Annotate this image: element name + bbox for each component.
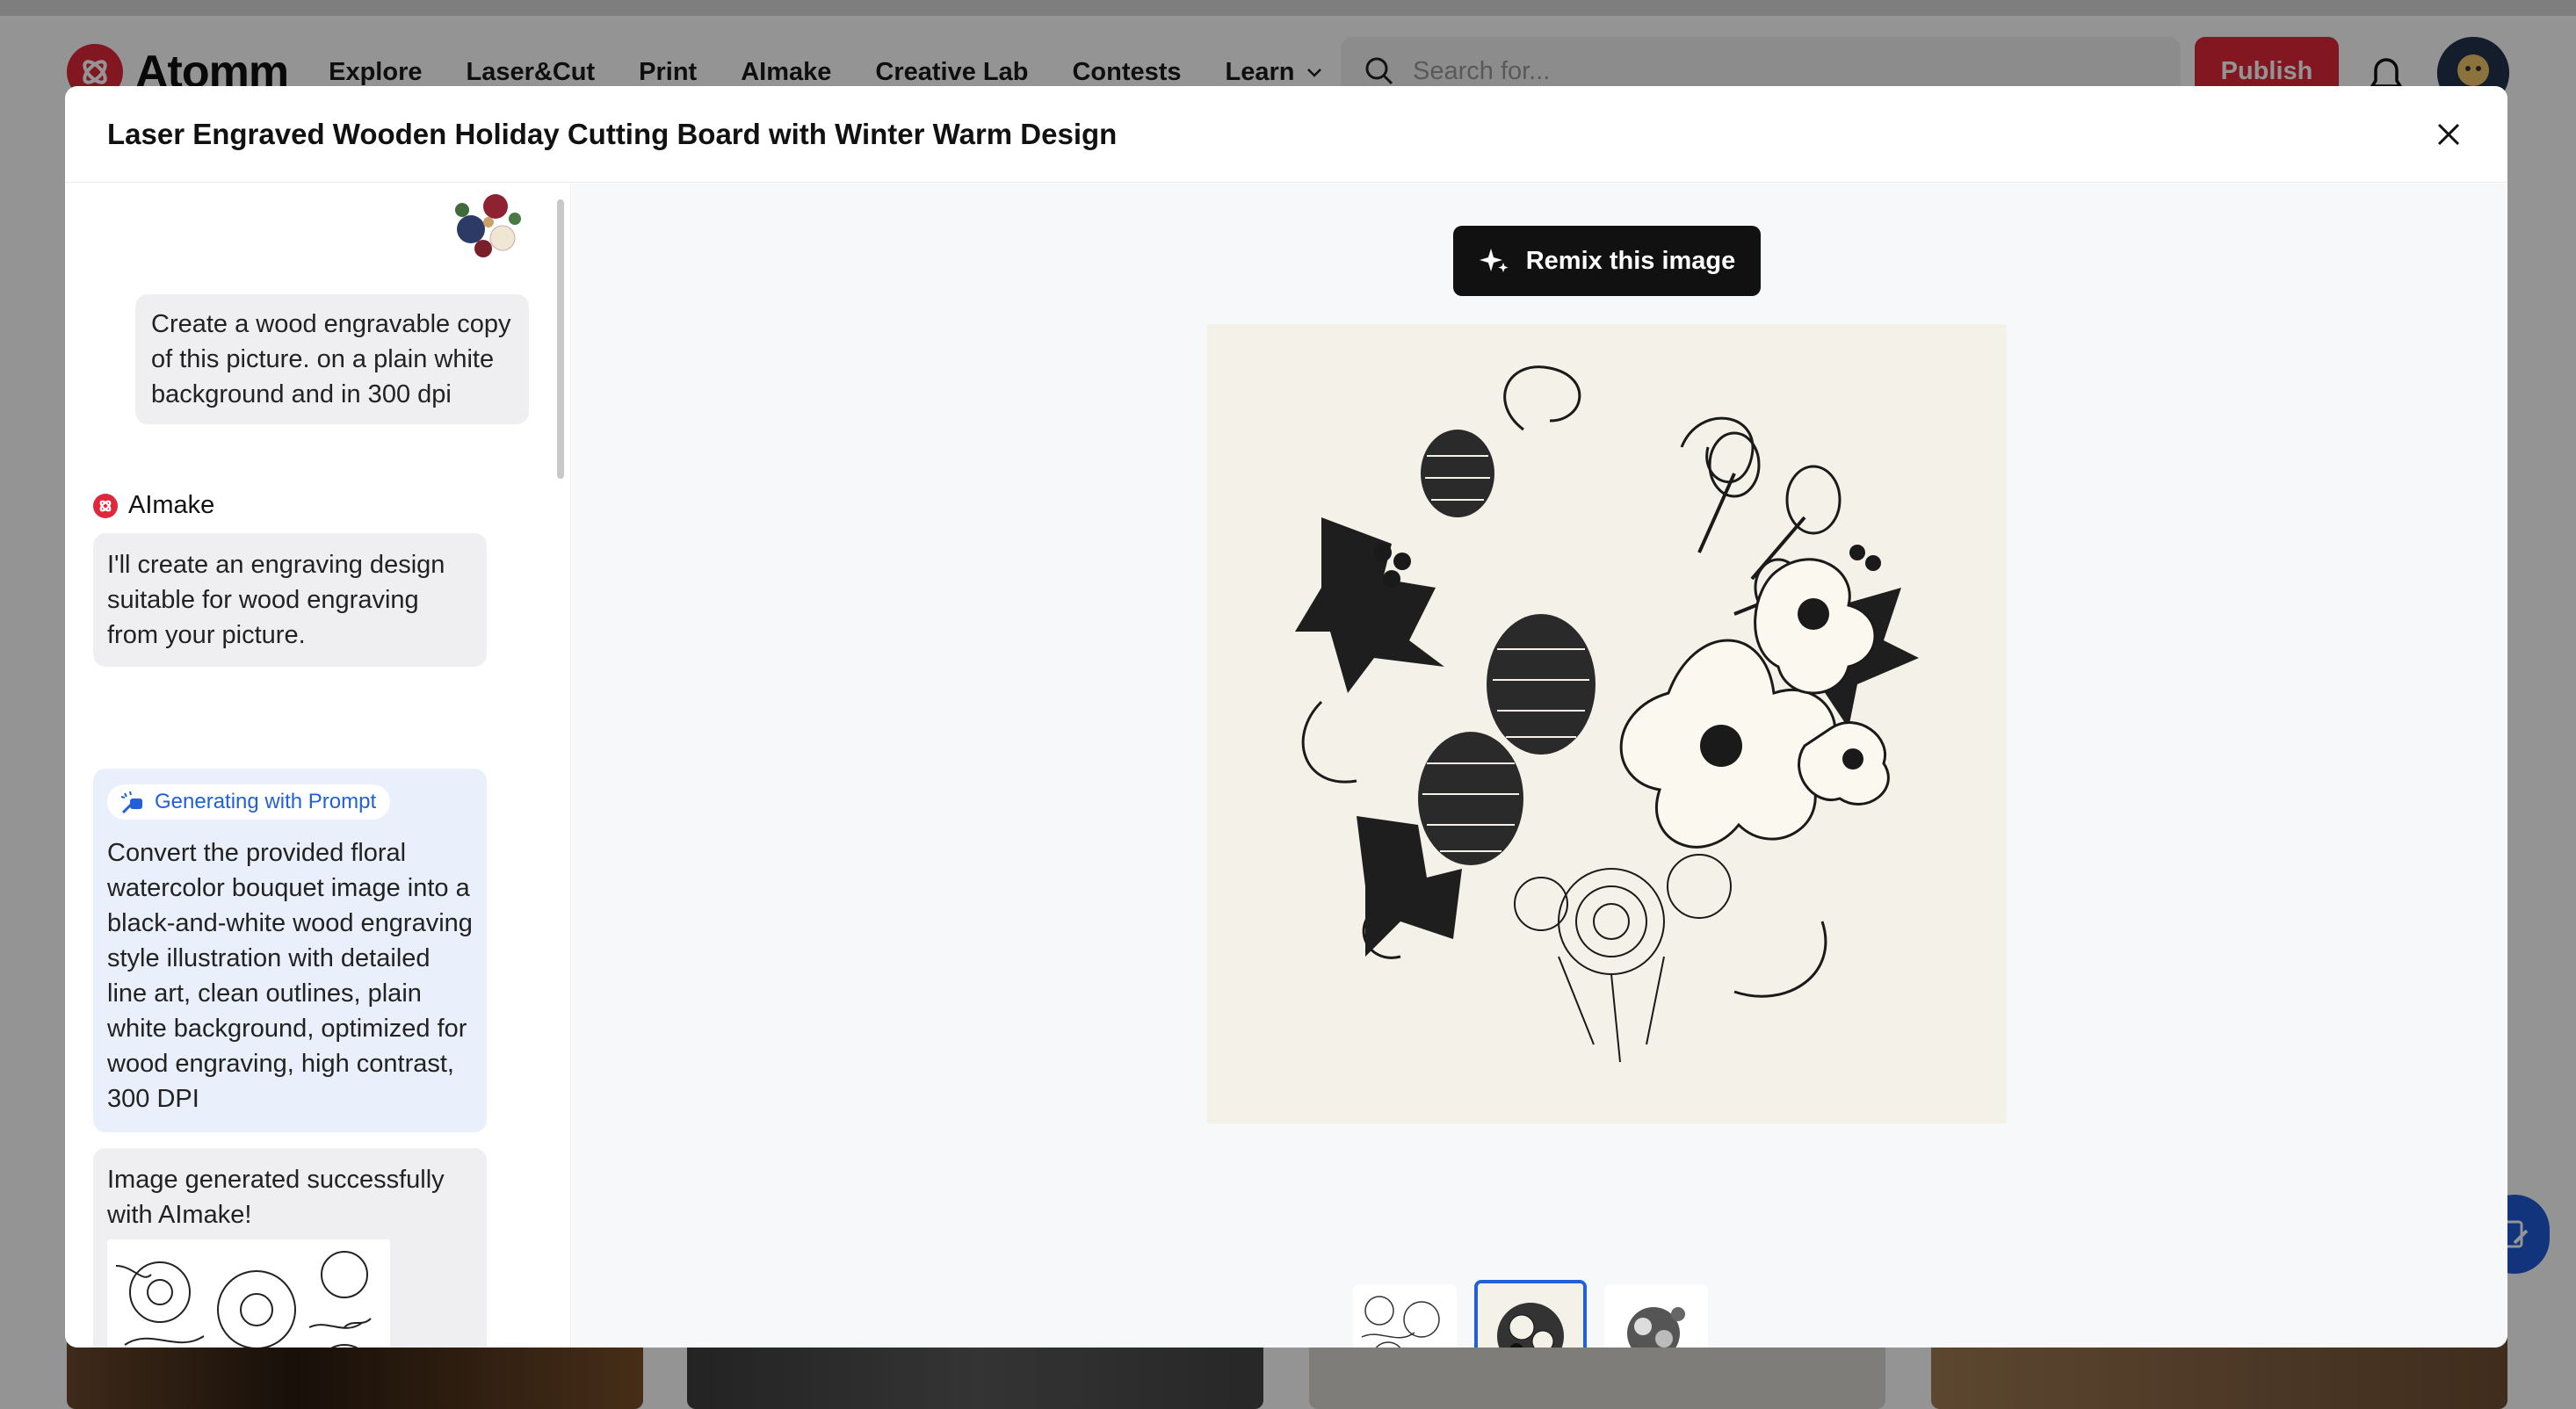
bot-reply: I'll create an engraving design suitable… [93, 533, 487, 667]
prompt-card: Generating with Prompt Convert the provi… [93, 769, 487, 1132]
modal-header: Laser Engraved Wooden Holiday Cutting Bo… [65, 86, 2507, 183]
close-icon [2437, 123, 2460, 146]
modal-title: Laser Engraved Wooden Holiday Cutting Bo… [107, 117, 1118, 150]
magic-wand-icon [120, 791, 142, 814]
bot-name-label: AImake [128, 491, 215, 519]
user-message: Create a wood engravable copy of this pi… [135, 294, 529, 424]
sparkle-icon [1479, 249, 1509, 272]
remix-modal: Laser Engraved Wooden Holiday Cutting Bo… [65, 86, 2507, 1348]
prompt-text: Convert the provided floral watercolor b… [107, 839, 473, 1113]
remix-button[interactable]: Remix this image [1453, 226, 1761, 296]
thumbnail-sketch-bouquet[interactable] [1604, 1284, 1708, 1348]
image-viewer: Remix this image [572, 184, 2507, 1348]
bot-header: AImake [93, 491, 214, 520]
thumbnail-engraved-bouquet[interactable] [1474, 1280, 1587, 1348]
generating-chip: Generating with Prompt [107, 784, 391, 820]
thumbnail-strip [1353, 1280, 1708, 1348]
result-text: Image generated successfully with AImake… [107, 1166, 445, 1229]
close-button[interactable] [2430, 116, 2467, 153]
aimake-logo-icon [93, 493, 118, 518]
generated-image-thumbnail[interactable] [107, 1239, 390, 1348]
thumbnail-line-art[interactable] [1353, 1284, 1457, 1348]
main-generated-image[interactable] [1207, 324, 2007, 1124]
chat-scrollbar[interactable] [557, 199, 564, 479]
reference-image-thumbnail[interactable] [445, 187, 525, 270]
remix-button-label: Remix this image [1525, 246, 1736, 275]
result-message: Image generated successfully with AImake… [93, 1148, 487, 1348]
chat-panel[interactable]: Create a wood engravable copy of this pi… [65, 184, 571, 1348]
generating-chip-label: Generating with Prompt [155, 790, 377, 813]
